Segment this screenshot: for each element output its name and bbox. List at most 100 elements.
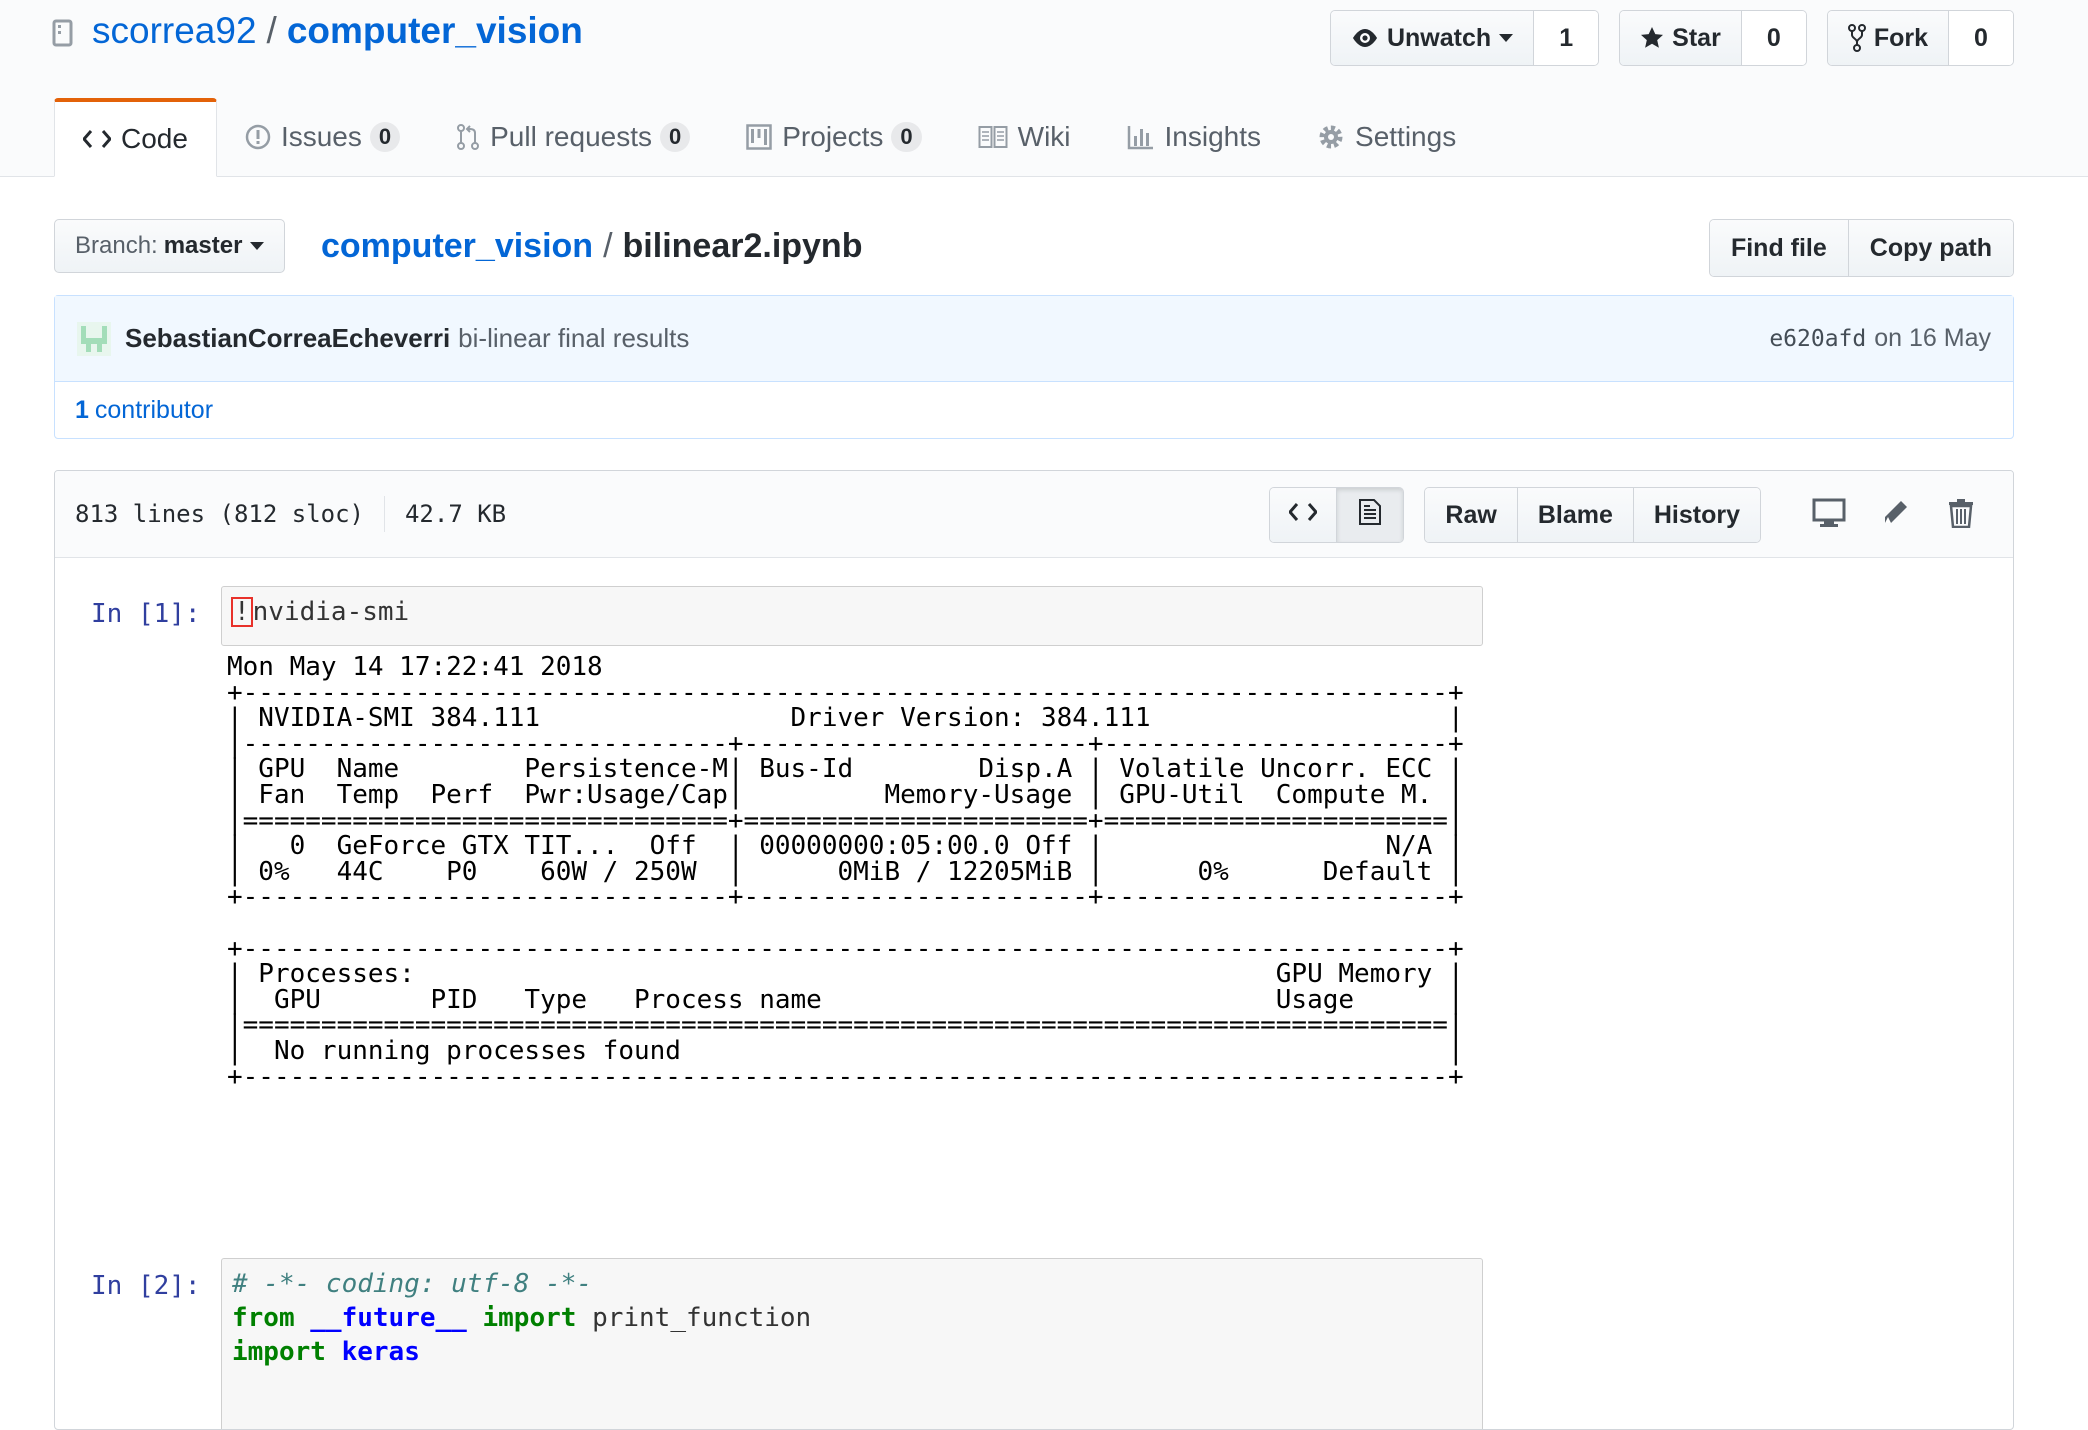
file-size: 42.7 KB — [404, 500, 507, 528]
file-navigation: Find file Copy path — [1708, 219, 2014, 277]
device-desktop-icon — [1812, 498, 1846, 533]
commit-tease-box: SebastianCorreaEcheverri bi-linear final… — [54, 295, 2014, 439]
project-icon — [746, 124, 772, 150]
star-label: Star — [1672, 23, 1721, 52]
breadcrumb-separator: / — [603, 226, 613, 265]
stars-count[interactable]: 0 — [1741, 11, 1806, 65]
cell-1-code: ! nvidia-smi — [231, 595, 1472, 629]
code-keyword-from: from — [232, 1303, 295, 1333]
cell-1-command: nvidia-smi — [252, 597, 410, 627]
display-rendered-button[interactable] — [1336, 488, 1404, 542]
blame-button[interactable]: Blame — [1516, 488, 1633, 542]
avatar[interactable] — [77, 321, 111, 356]
history-button[interactable]: History — [1632, 488, 1760, 542]
edit-file-button[interactable] — [1873, 493, 1917, 537]
pencil-icon — [1880, 498, 1910, 533]
trashcan-icon — [1948, 498, 1974, 533]
tab-issues[interactable]: Issues 0 — [217, 98, 428, 176]
file-line-count: 813 lines (812 sloc) — [75, 500, 364, 528]
commit-tease: SebastianCorreaEcheverri bi-linear final… — [55, 296, 2013, 382]
branch-name: master — [163, 232, 243, 259]
delete-file-button[interactable] — [1939, 493, 1983, 537]
fork-group: Fork 0 — [1826, 10, 2014, 66]
tab-insights[interactable]: Insights — [1099, 98, 1290, 176]
code-module-keras: keras — [341, 1337, 420, 1367]
cell-1-output: Mon May 14 17:22:41 2018 +--------------… — [227, 652, 1464, 1092]
code-comment: # -*- coding: utf-8 -*- — [232, 1269, 593, 1299]
repo-actions: Unwatch 1 Star 0 Fork 0 — [1329, 10, 2014, 66]
repo-header: scorrea92 / computer_vision Unwatch 1 St… — [0, 0, 2088, 177]
chevron-down-icon — [1499, 34, 1514, 42]
graph-icon — [1127, 124, 1155, 150]
file-icon — [1358, 498, 1382, 533]
display-source-button[interactable] — [1270, 488, 1337, 542]
file-header: 813 lines (812 sloc) 42.7 KB Raw Blame H… — [55, 471, 2013, 558]
code-module-future: __future__ — [310, 1303, 467, 1333]
git-pull-request-icon — [456, 123, 480, 151]
tab-settings[interactable]: Settings — [1289, 98, 1484, 176]
commit-meta: e620afd on 16 May — [1769, 324, 1991, 353]
issue-opened-icon — [245, 124, 271, 150]
code-icon — [1288, 501, 1319, 530]
file-box: 813 lines (812 sloc) 42.7 KB Raw Blame H… — [54, 470, 2014, 1430]
repo-nav: Code Issues 0 Pull requests 0 Projects 0 — [54, 98, 1484, 177]
cell-2-input: # -*- coding: utf-8 -*- from __future__ … — [221, 1258, 1483, 1429]
repo-book-icon — [52, 16, 74, 47]
tab-code-label: Code — [121, 123, 188, 154]
watchers-count[interactable]: 1 — [1534, 11, 1599, 65]
commit-date: on 16 May — [1874, 324, 1991, 352]
commit-sha-link[interactable]: e620afd — [1769, 326, 1866, 352]
tab-pull-requests[interactable]: Pull requests 0 — [428, 98, 718, 176]
tab-wiki[interactable]: Wiki — [950, 98, 1099, 176]
chevron-down-icon — [250, 242, 265, 250]
contributors-link[interactable]: 1 contributor — [55, 382, 2013, 439]
star-button[interactable]: Star — [1620, 11, 1742, 65]
cell-1-highlight-box: ! — [231, 597, 253, 627]
repo-owner-link[interactable]: scorrea92 — [92, 10, 257, 52]
unwatch-button[interactable]: Unwatch — [1330, 11, 1535, 65]
forks-count[interactable]: 0 — [1949, 11, 2013, 65]
book-icon — [978, 125, 1008, 149]
find-file-button[interactable]: Find file — [1709, 220, 1848, 276]
gear-icon — [1317, 123, 1345, 151]
cell-2-prompt: In [2]: — [91, 1271, 201, 1301]
open-desktop-button[interactable] — [1807, 493, 1851, 537]
breadcrumb: computer_vision / bilinear2.ipynb — [321, 221, 862, 271]
tab-insights-label: Insights — [1164, 121, 1262, 152]
projects-counter: 0 — [891, 122, 922, 152]
tab-settings-label: Settings — [1355, 121, 1457, 152]
tab-issues-label: Issues — [280, 121, 362, 152]
tab-wiki-label: Wiki — [1017, 121, 1071, 152]
code-keyword-import: import — [232, 1337, 326, 1367]
breadcrumb-repo-link[interactable]: computer_vision — [321, 227, 593, 266]
breadcrumb-file-name: bilinear2.ipynb — [622, 226, 863, 265]
copy-path-button[interactable]: Copy path — [1847, 220, 2013, 276]
code-icon — [83, 128, 111, 150]
fork-label: Fork — [1873, 23, 1928, 52]
code-name-print-function: print_function — [592, 1303, 812, 1333]
repo-name-link[interactable]: computer_vision — [287, 10, 583, 52]
tab-projects-label: Projects — [782, 121, 884, 152]
commit-author-link[interactable]: SebastianCorreaEcheverri — [125, 323, 450, 354]
branch-label: Branch: — [75, 232, 158, 259]
commit-message-link[interactable]: bi-linear final results — [458, 323, 689, 354]
issues-counter: 0 — [369, 122, 401, 152]
star-icon — [1640, 26, 1664, 50]
raw-button[interactable]: Raw — [1425, 488, 1517, 542]
fork-button[interactable]: Fork — [1827, 11, 1949, 65]
cell-1-prompt: In [1]: — [91, 599, 201, 629]
repo-title-separator: / — [266, 10, 277, 51]
pull-requests-counter: 0 — [660, 122, 691, 152]
file-info-divider — [383, 496, 385, 532]
watch-group: Unwatch 1 — [1329, 10, 1600, 66]
repo-title: scorrea92 / computer_vision — [52, 10, 583, 52]
tab-projects[interactable]: Projects 0 — [718, 98, 949, 176]
file-actions: Raw Blame History — [1269, 487, 1983, 543]
file-info: 813 lines (812 sloc) 42.7 KB — [75, 496, 506, 532]
tab-code[interactable]: Code — [54, 98, 217, 177]
repo-forked-icon — [1847, 24, 1866, 52]
code-keyword-import: import — [482, 1303, 577, 1333]
branch-select-button[interactable]: Branch: master — [54, 219, 286, 273]
raw-blame-history-group: Raw Blame History — [1424, 487, 1761, 543]
contributors-count: 1 — [75, 396, 89, 424]
